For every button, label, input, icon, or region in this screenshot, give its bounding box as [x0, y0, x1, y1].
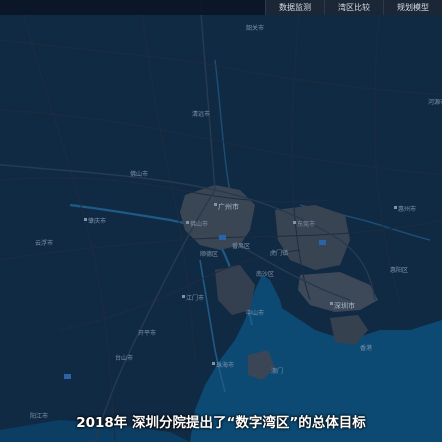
tab-data-monitoring[interactable]: 数据监测 [265, 0, 324, 15]
place-heyuan: 河源市 [428, 98, 442, 106]
place-zhongshan: 中山市 [246, 309, 264, 317]
marker-zhuhai [212, 362, 215, 365]
place-hongkong: 香港 [360, 344, 372, 352]
marker-guangzhou [214, 203, 217, 206]
marker-shenzhen [330, 302, 333, 305]
place-kaiping: 开平市 [138, 329, 156, 337]
shield-3 [64, 374, 71, 379]
place-guangzhou: 广州市 [218, 202, 239, 211]
tab-planning-model[interactable]: 规划模型 [383, 0, 442, 15]
shield-2 [319, 240, 326, 245]
place-dongguan: 东莞市 [297, 220, 315, 228]
top-bar: 数据监测 湾区比较 规划模型 [0, 0, 442, 15]
tab-bay-comparison[interactable]: 湾区比较 [324, 0, 383, 15]
shield-1 [219, 235, 226, 240]
map-canvas[interactable]: 清远市 佛山市 广州市 肇庆市 云浮市 佛山市 东莞市 惠州市 江门市 中山市 … [0, 0, 442, 442]
place-panyu: 番禺区 [232, 243, 250, 250]
nav-tabs: 数据监测 湾区比较 规划模型 [265, 0, 442, 15]
marker-jiangmen [182, 295, 185, 298]
marker-dongguan [293, 221, 296, 224]
place-shunde: 顺德区 [200, 250, 218, 258]
place-humen: 虎门镇 [270, 249, 288, 257]
place-huizhou: 惠州市 [398, 205, 416, 213]
place-foshan-n: 佛山市 [130, 170, 148, 178]
place-shaoguan: 韶关市 [246, 24, 264, 32]
caption-subtitle: 2018年 深圳分院提出了“数字湾区”的总体目标 [76, 415, 366, 431]
place-jiangmen: 江门市 [186, 294, 204, 302]
place-zhuhai: 珠海市 [216, 361, 234, 369]
place-foshan: 佛山市 [190, 220, 208, 228]
place-zhaoqing: 肇庆市 [88, 217, 106, 225]
place-shenzhen: 深圳市 [334, 301, 355, 310]
place-huiyang: 惠阳区 [390, 266, 408, 274]
marker-zhaoqing [84, 218, 87, 221]
place-qingyuan: 清远市 [192, 110, 210, 118]
place-taishan: 台山市 [115, 354, 133, 362]
place-macau: 澳门 [271, 367, 283, 375]
place-nansha: 南沙区 [256, 270, 274, 278]
marker-huizhou [394, 206, 397, 209]
marker-foshan [186, 221, 189, 224]
place-yunfu: 云浮市 [35, 239, 53, 247]
